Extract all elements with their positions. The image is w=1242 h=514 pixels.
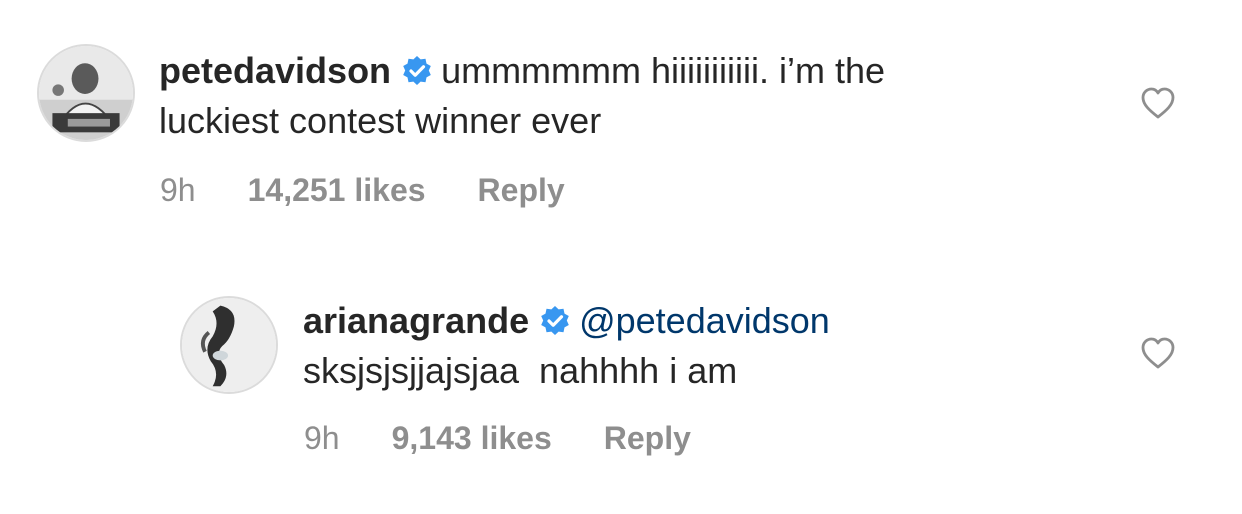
reply-button[interactable]: Reply [478,170,565,210]
comment-line-2: luckiest contest winner ever [159,100,602,141]
reply-comment: arianagrande @petedavidson sksjsjsjjajsja… [0,250,1242,514]
username[interactable]: arianagrande [303,300,529,341]
likes-count[interactable]: 9,143 likes [392,418,552,458]
comment-time: 9h [304,420,340,456]
avatar[interactable] [37,44,135,142]
comment-meta: 9h 14,251 likes Reply [160,170,565,210]
username[interactable]: petedavidson [159,50,391,91]
comment-line-1: petedavidson ummmmmm hiiiiiiiiiii. i’m th… [159,46,885,96]
reply-button[interactable]: Reply [604,418,691,458]
heart-outline-icon[interactable] [1140,86,1176,120]
verified-badge-icon [539,300,571,335]
likes-count[interactable]: 14,251 likes [248,170,426,210]
heart-outline-icon[interactable] [1140,336,1176,370]
comment-line-1: arianagrande @petedavidson [303,296,830,346]
verified-badge-icon [401,50,433,85]
comment: petedavidson ummmmmm hiiiiiiiiiii. i’m th… [0,0,1242,250]
comment-time: 9h [160,172,196,208]
avatar[interactable] [180,296,278,394]
comment-line-2: sksjsjsjjajsjaa nahhhh i am [303,350,738,391]
comment-text: ummmmmm hiiiiiiiiiii. i’m the [441,50,886,91]
mention-link[interactable]: @petedavidson [579,300,830,341]
comment-meta: 9h 9,143 likes Reply [304,418,691,458]
